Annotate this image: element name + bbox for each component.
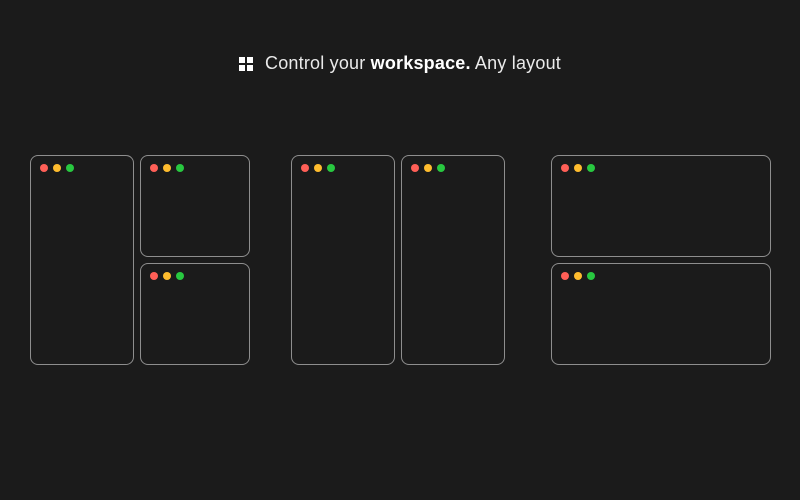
layout-group-2 <box>291 155 504 365</box>
close-icon <box>150 164 158 172</box>
close-icon <box>411 164 419 172</box>
headline: Control your workspace. Any layout <box>0 53 800 74</box>
close-icon <box>561 164 569 172</box>
zoom-icon <box>176 272 184 280</box>
close-icon <box>40 164 48 172</box>
traffic-lights <box>552 156 770 172</box>
traffic-lights <box>402 156 504 172</box>
traffic-lights <box>552 264 770 280</box>
close-icon <box>301 164 309 172</box>
zoom-icon <box>587 272 595 280</box>
traffic-lights <box>31 156 133 172</box>
minimize-icon <box>53 164 61 172</box>
window-mock <box>401 155 505 365</box>
headline-bold: workspace. <box>371 53 471 73</box>
zoom-icon <box>587 164 595 172</box>
traffic-lights <box>141 156 249 172</box>
minimize-icon <box>163 272 171 280</box>
zoom-icon <box>327 164 335 172</box>
headline-prefix: Control your <box>265 53 371 73</box>
minimize-icon <box>314 164 322 172</box>
window-mock <box>140 263 250 365</box>
window-mock <box>140 155 250 257</box>
close-icon <box>561 272 569 280</box>
zoom-icon <box>176 164 184 172</box>
window-mock <box>551 263 771 365</box>
window-mock <box>291 155 395 365</box>
minimize-icon <box>163 164 171 172</box>
headline-text: Control your workspace. Any layout <box>265 53 561 74</box>
layout-group-3 <box>551 155 770 365</box>
headline-suffix: Any layout <box>471 53 561 73</box>
close-icon <box>150 272 158 280</box>
hero-stage: Control your workspace. Any layout <box>0 0 800 500</box>
zoom-icon <box>66 164 74 172</box>
traffic-lights <box>141 264 249 280</box>
grid-icon <box>239 57 253 71</box>
minimize-icon <box>574 164 582 172</box>
window-mock <box>30 155 134 365</box>
layout-previews <box>30 155 770 365</box>
zoom-icon <box>437 164 445 172</box>
minimize-icon <box>574 272 582 280</box>
window-mock <box>551 155 771 257</box>
layout-group-1 <box>30 155 243 365</box>
traffic-lights <box>292 156 394 172</box>
minimize-icon <box>424 164 432 172</box>
